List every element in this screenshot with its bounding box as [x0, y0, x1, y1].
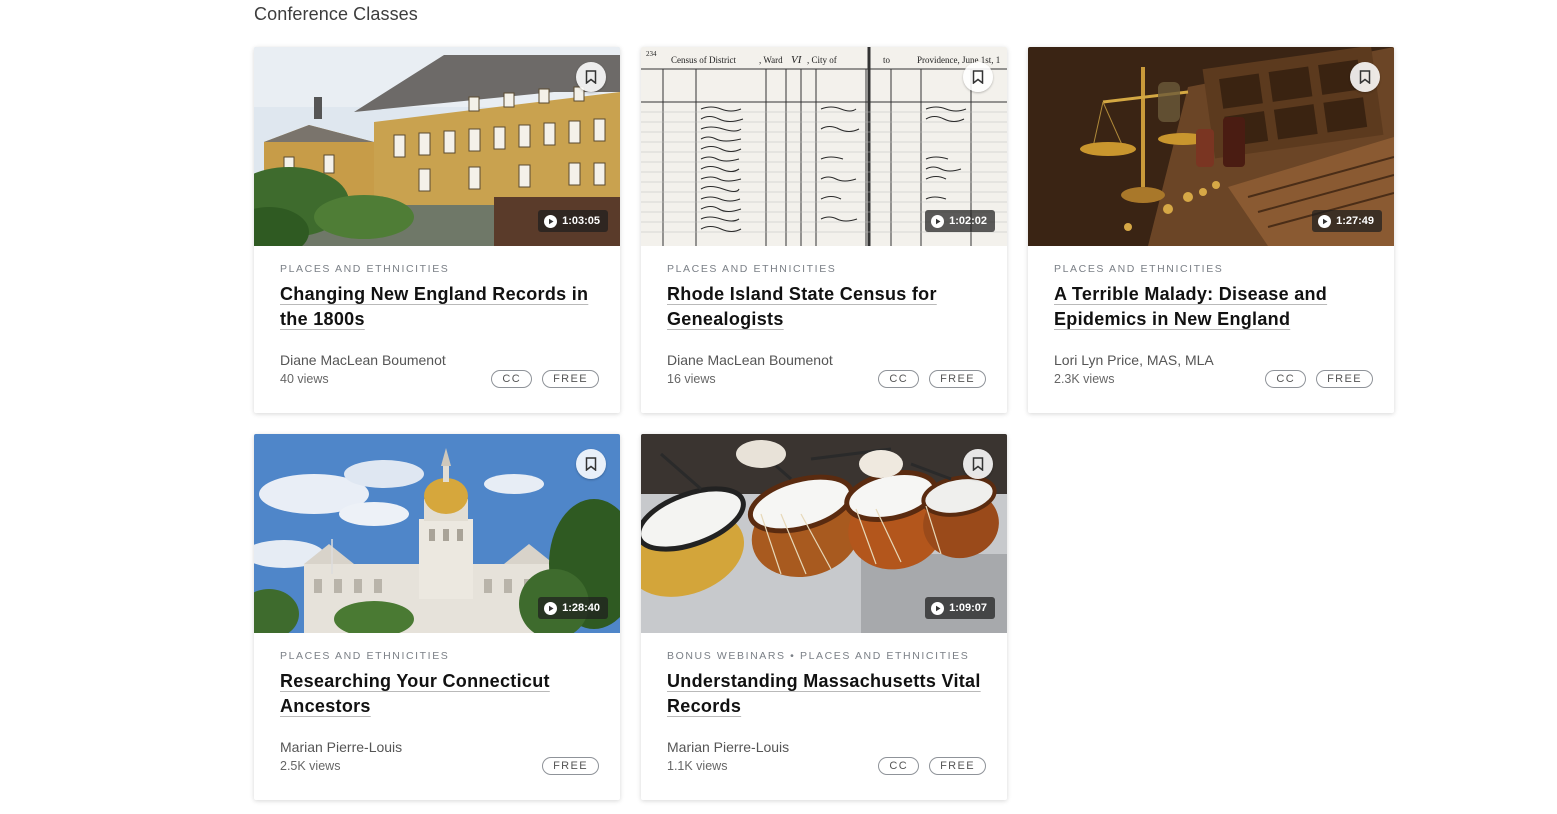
view-count: 40 views — [280, 372, 329, 386]
cc-badge: CC — [1265, 370, 1307, 388]
class-title-link[interactable]: Understanding Massachusetts Vital Record… — [667, 671, 981, 716]
class-card[interactable]: 1:09:07 BONUS WEBINARS • PLACES AND ETHN… — [641, 434, 1007, 800]
play-icon — [544, 214, 558, 228]
duration-text: 1:28:40 — [562, 602, 600, 614]
bookmark-button[interactable] — [963, 62, 993, 92]
category-label: PLACES AND ETHNICITIES — [1054, 263, 1224, 275]
duration-badge: 1:03:05 — [538, 210, 608, 232]
class-card[interactable]: 1:27:49 PLACES AND ETHNICITIES A Terribl… — [1028, 47, 1394, 413]
author-name: Diane MacLean Boumenot — [280, 352, 446, 368]
bookmark-button[interactable] — [1350, 62, 1380, 92]
cc-badge: CC — [491, 370, 533, 388]
bookmark-button[interactable] — [576, 449, 606, 479]
census-header-to: to — [883, 55, 891, 65]
bookmark-icon — [972, 457, 984, 471]
duration-text: 1:27:49 — [1336, 215, 1374, 227]
census-header-ward-number: VI — [791, 54, 803, 66]
category-label: PLACES AND ETHNICITIES — [280, 263, 450, 275]
bookmark-button[interactable] — [963, 449, 993, 479]
free-badge: FREE — [929, 757, 986, 775]
duration-text: 1:03:05 — [562, 215, 600, 227]
class-title-link[interactable]: A Terrible Malady: Disease and Epidemics… — [1054, 284, 1327, 329]
author-name: Marian Pierre-Louis — [280, 739, 403, 755]
free-badge: FREE — [929, 370, 986, 388]
view-count: 2.5K views — [280, 759, 341, 773]
section-title: Conference Classes — [254, 4, 418, 24]
census-header-ward: , Ward — [759, 55, 783, 65]
duration-badge: 1:28:40 — [538, 597, 608, 619]
free-badge: FREE — [1316, 370, 1373, 388]
duration-text: 1:09:07 — [949, 602, 987, 614]
free-badge: FREE — [542, 370, 599, 388]
play-icon — [1318, 214, 1332, 228]
class-thumbnail[interactable]: 1:03:05 — [254, 47, 620, 246]
duration-badge: 1:02:02 — [925, 210, 995, 232]
author-name: Diane MacLean Boumenot — [667, 352, 833, 368]
bookmark-icon — [1359, 70, 1371, 84]
duration-text: 1:02:02 — [949, 215, 987, 227]
class-title-link[interactable]: Researching Your Connecticut Ancestors — [280, 671, 550, 716]
census-page-number: 234 — [646, 50, 657, 58]
census-header-district: Census of District — [671, 55, 736, 65]
author-name: Lori Lyn Price, MAS, MLA — [1054, 352, 1214, 368]
class-thumbnail[interactable]: 234 Census of District , Ward VI , City … — [641, 47, 1007, 246]
category-label: PLACES AND ETHNICITIES — [667, 263, 837, 275]
bookmark-icon — [585, 457, 597, 471]
bookmark-button[interactable] — [576, 62, 606, 92]
class-thumbnail[interactable]: 1:28:40 — [254, 434, 620, 633]
view-count: 1.1K views — [667, 759, 728, 773]
class-card[interactable]: 1:28:40 PLACES AND ETHNICITIES Researchi… — [254, 434, 620, 800]
play-icon — [544, 601, 558, 615]
class-title-link[interactable]: Rhode Island State Census for Genealogis… — [667, 284, 937, 329]
bookmark-icon — [585, 70, 597, 84]
free-badge: FREE — [542, 757, 599, 775]
author-name: Marian Pierre-Louis — [667, 739, 790, 755]
class-thumbnail[interactable]: 1:09:07 — [641, 434, 1007, 633]
category-label: PLACES AND ETHNICITIES — [280, 650, 450, 662]
play-icon — [931, 214, 945, 228]
view-count: 2.3K views — [1054, 372, 1115, 386]
census-header-place: Providence, June 1st, 1 — [917, 55, 1000, 65]
class-thumbnail[interactable]: 1:27:49 — [1028, 47, 1394, 246]
category-label: BONUS WEBINARS • PLACES AND ETHNICITIES — [667, 650, 970, 662]
play-icon — [931, 601, 945, 615]
class-card[interactable]: 234 Census of District , Ward VI , City … — [641, 47, 1007, 413]
view-count: 16 views — [667, 372, 716, 386]
class-title-link[interactable]: Changing New England Records in the 1800… — [280, 284, 588, 329]
census-header-city: , City of — [807, 55, 837, 65]
cc-badge: CC — [878, 370, 920, 388]
class-card[interactable]: 1:03:05 PLACES AND ETHNICITIES Changing … — [254, 47, 620, 413]
cc-badge: CC — [878, 757, 920, 775]
duration-badge: 1:09:07 — [925, 597, 995, 619]
duration-badge: 1:27:49 — [1312, 210, 1382, 232]
bookmark-icon — [972, 70, 984, 84]
